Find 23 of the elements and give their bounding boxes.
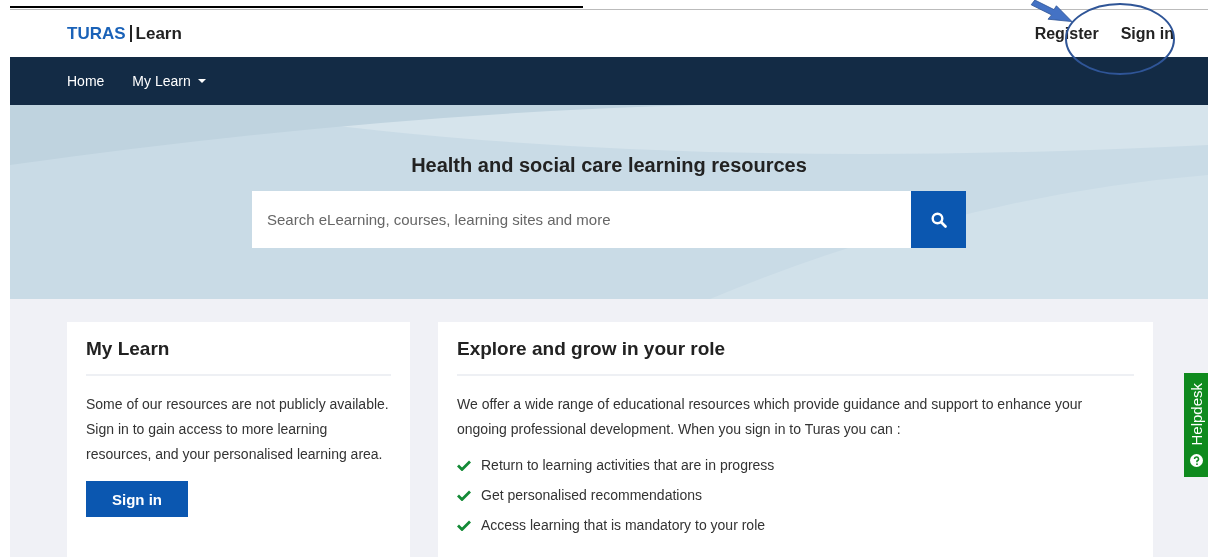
- helpdesk-tab[interactable]: Helpdesk: [1184, 373, 1208, 477]
- header-link[interactable]: Sign in: [1120, 24, 1174, 43]
- nav-item[interactable]: My Learn: [132, 73, 206, 89]
- search-icon: [930, 211, 947, 228]
- benefit-text: Get personalised recommendations: [481, 487, 702, 503]
- hero-title: Health and social care learning resources: [411, 154, 807, 177]
- card-title: My Learn: [86, 338, 391, 376]
- card-text: We offer a wide range of educational resources which provide guidance and support to enhance your ongoing professional development. When you sign in to Turas you can :: [457, 395, 1084, 439]
- sign-in-button[interactable]: Sign in: [86, 481, 188, 517]
- search-button[interactable]: [911, 191, 966, 248]
- check-icon: [457, 489, 471, 501]
- card-title: Explore and grow in your role: [457, 338, 1134, 376]
- benefit-text: Return to learning activities that are in progress: [481, 457, 775, 473]
- check-icon: [457, 459, 471, 471]
- search-field[interactable]: Search eLearning, courses, learning sites and more: [252, 191, 911, 248]
- card-text: Some of our resources are not publicly available. Sign in to gain access to more learning resources, and your personalised learning area.: [86, 395, 390, 464]
- logo-brand[interactable]: TURAS: [67, 25, 132, 42]
- arrow-annotation: [1030, 0, 1075, 24]
- benefit-text: Access learning that is mandatory to your role: [481, 517, 766, 533]
- help-icon: [1189, 453, 1203, 467]
- check-icon: [457, 519, 471, 531]
- logo-product[interactable]: Learn: [131, 23, 182, 44]
- nav-item[interactable]: Home: [67, 73, 105, 89]
